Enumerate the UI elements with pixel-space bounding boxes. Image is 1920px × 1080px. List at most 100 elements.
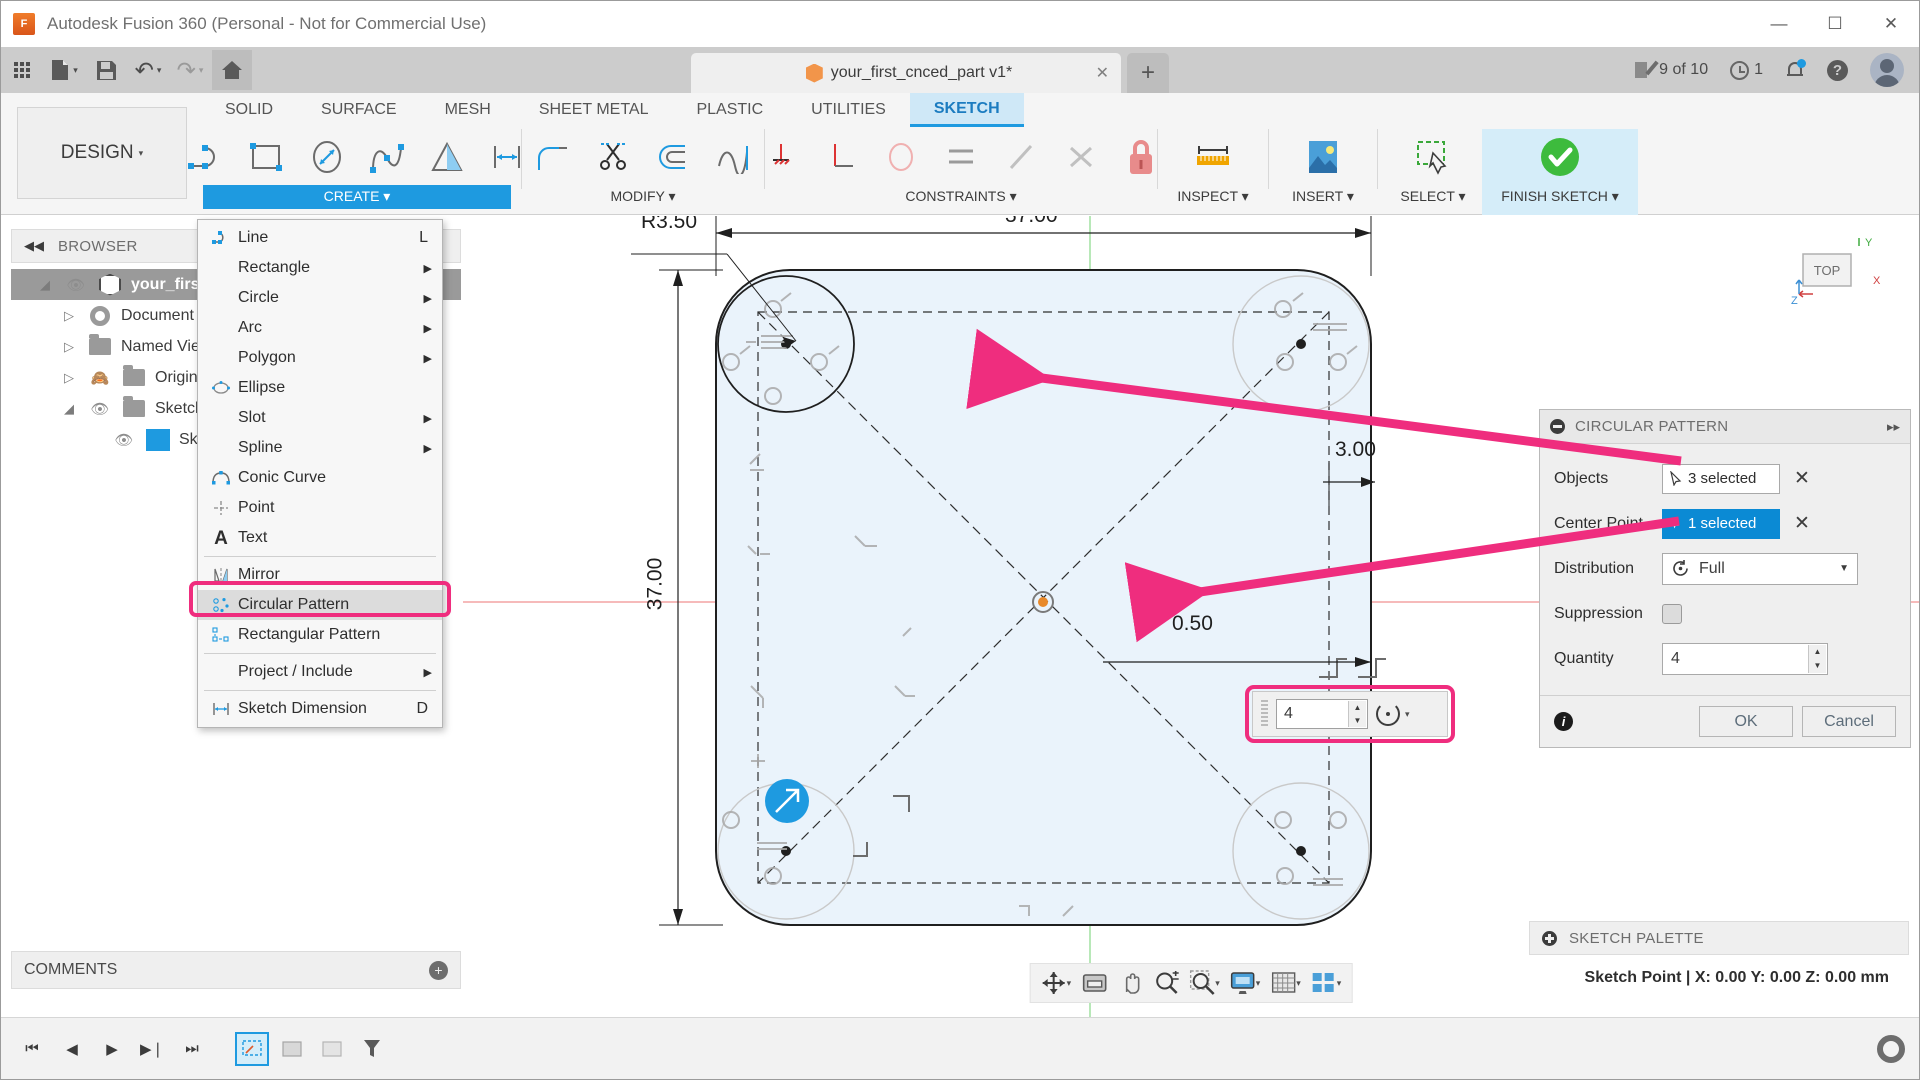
menu-item-slot[interactable]: Slot ▶ — [198, 403, 442, 433]
menu-item-point[interactable]: Point — [198, 493, 442, 523]
timeline-feature-sketch1[interactable] — [235, 1031, 269, 1066]
viewports-button[interactable]: ▾ — [1307, 966, 1346, 1000]
ribbon-tab-utilities[interactable]: UTILITIES — [787, 93, 910, 127]
display-settings-button[interactable]: ▾ — [1226, 966, 1265, 1000]
minimize-button[interactable]: — — [1751, 1, 1807, 47]
ribbon-tab-mesh[interactable]: MESH — [421, 93, 515, 127]
fillet-tool[interactable] — [525, 131, 581, 183]
select-tool[interactable] — [1405, 131, 1461, 183]
stepper-down-icon[interactable]: ▼ — [1348, 714, 1366, 727]
trim-tool[interactable] — [585, 131, 641, 183]
notifications-button[interactable] — [1776, 50, 1814, 90]
create-group-label[interactable]: CREATE ▾ — [203, 185, 511, 209]
ribbon-tab-sketch[interactable]: SKETCH — [909, 93, 1024, 127]
quantity-input[interactable]: 4 ▲ ▼ — [1662, 642, 1828, 675]
modify-group-label[interactable]: MODIFY ▾ — [532, 185, 754, 209]
circular-pattern-dialog[interactable]: CIRCULAR PATTERN ▸▸ Objects 3 selected ✕… — [1539, 409, 1911, 748]
menu-item-sketch-dimension[interactable]: Sketch Dimension D — [198, 694, 442, 724]
dialog-pin-icon[interactable]: ▸▸ — [1887, 419, 1900, 435]
workspace-selector[interactable]: DESIGN ▾ — [17, 107, 187, 199]
timeline-play-button[interactable]: ▶ — [95, 1032, 129, 1066]
distribution-dropdown[interactable]: Full ▼ — [1662, 552, 1858, 585]
add-tab-button[interactable]: + — [1127, 53, 1169, 93]
clear-objects-button[interactable]: ✕ — [1794, 467, 1810, 490]
expand-arrow-icon[interactable]: ▷ — [59, 308, 79, 324]
help-button[interactable]: ? — [1818, 50, 1857, 90]
quantity-stepper[interactable]: ▲ ▼ — [1808, 644, 1826, 673]
quantity-stepper[interactable]: ▲ ▼ — [1348, 701, 1366, 727]
dimension-right-gap[interactable]: 3.00 — [1335, 438, 1376, 462]
finish-sketch-button[interactable] — [1532, 131, 1588, 183]
select-group-label[interactable]: SELECT ▾ — [1388, 185, 1478, 209]
maximize-button[interactable]: ☐ — [1807, 1, 1863, 47]
zoom-button[interactable] — [1149, 966, 1183, 1000]
app-grid-button[interactable] — [2, 50, 42, 90]
timeline-feature-3[interactable] — [315, 1032, 349, 1066]
jobs-status-button[interactable]: 9 of 10 — [1625, 50, 1717, 90]
add-comment-button[interactable]: + — [429, 960, 448, 980]
menu-item-mirror[interactable]: Mirror — [198, 560, 442, 590]
inspect-group-label[interactable]: INSPECT ▾ — [1168, 185, 1258, 209]
stepper-down-icon[interactable]: ▼ — [1808, 658, 1826, 673]
stepper-up-icon[interactable]: ▲ — [1348, 701, 1366, 714]
create-dropdown-menu[interactable]: Line L Rectangle ▶ Circle ▶ Arc ▶ Polygo… — [197, 219, 443, 728]
new-file-button[interactable]: ▾ — [44, 50, 84, 90]
canvas-quantity-widget[interactable]: 4 ▲ ▼ ▾ — [1252, 691, 1448, 737]
ribbon-tab-plastic[interactable]: PLASTIC — [672, 93, 787, 127]
insert-image-tool[interactable] — [1295, 131, 1351, 183]
ribbon-tab-solid[interactable]: SOLID — [201, 93, 297, 127]
expand-arrow-icon[interactable]: ◢ — [35, 277, 55, 293]
canvas-quantity-input[interactable]: 4 ▲ ▼ — [1276, 699, 1368, 729]
menu-item-project-include[interactable]: Project / Include ▶ — [198, 657, 442, 687]
visibility-eye-off-icon[interactable]: 🙈 — [87, 369, 113, 387]
tangent-constraint[interactable] — [873, 131, 929, 183]
save-button[interactable] — [86, 50, 126, 90]
menu-item-arc[interactable]: Arc ▶ — [198, 313, 442, 343]
timeline-jump-start-button[interactable]: ⏮ — [15, 1032, 49, 1066]
cancel-button[interactable]: Cancel — [1802, 706, 1896, 737]
pan-button[interactable] — [1113, 966, 1147, 1000]
dimension-radius[interactable]: R3.50 — [641, 216, 697, 234]
undo-button[interactable]: ↶ ▾ — [128, 50, 168, 90]
comments-panel[interactable]: COMMENTS + — [11, 951, 461, 989]
look-at-button[interactable] — [1077, 966, 1111, 1000]
measure-tool[interactable] — [1185, 131, 1241, 183]
menu-item-ellipse[interactable]: Ellipse — [198, 373, 442, 403]
ribbon-tab-sheet-metal[interactable]: SHEET METAL — [515, 93, 673, 127]
expand-palette-icon[interactable] — [1542, 930, 1557, 946]
collapse-browser-icon[interactable]: ◀◀ — [24, 238, 44, 254]
view-cube[interactable]: TOP Y X Z — [1785, 234, 1881, 322]
finish-sketch-label[interactable]: FINISH SKETCH ▾ — [1496, 185, 1624, 209]
timeline-step-forward-button[interactable]: ▶❘ — [135, 1032, 169, 1066]
minus-circle-icon[interactable] — [1550, 419, 1565, 434]
menu-item-polygon[interactable]: Polygon ▶ — [198, 343, 442, 373]
expand-arrow-icon[interactable]: ◢ — [59, 401, 79, 417]
rotation-mode-button[interactable]: ▾ — [1376, 702, 1410, 726]
menu-item-circle[interactable]: Circle ▶ — [198, 283, 442, 313]
offset-tool[interactable] — [645, 131, 701, 183]
close-window-button[interactable]: ✕ — [1863, 1, 1919, 47]
circle-tool[interactable] — [299, 131, 355, 183]
dimension-small[interactable]: 0.50 — [1172, 612, 1213, 636]
equal-constraint[interactable] — [1053, 131, 1109, 183]
orbit-button[interactable]: ▾ — [1037, 966, 1076, 1000]
profile-button[interactable] — [1861, 50, 1913, 90]
menu-item-circular-pattern[interactable]: Circular Pattern . — [198, 590, 442, 620]
menu-item-text[interactable]: A Text — [198, 523, 442, 553]
redo-button[interactable]: ↷ ▾ — [170, 50, 210, 90]
ribbon-tab-surface[interactable]: SURFACE — [297, 93, 421, 127]
expand-arrow-icon[interactable]: ▷ — [59, 370, 79, 386]
visibility-eye-icon[interactable]: 👁 — [63, 276, 89, 294]
timeline-settings-button[interactable] — [1877, 1034, 1905, 1063]
menu-item-conic-curve[interactable]: Conic Curve — [198, 463, 442, 493]
objects-selection-field[interactable]: 3 selected — [1662, 463, 1780, 494]
constraints-group-label[interactable]: CONSTRAINTS ▾ — [775, 185, 1147, 209]
menu-item-line[interactable]: Line L — [198, 223, 442, 253]
timeline-step-back-button[interactable]: ◀ — [55, 1032, 89, 1066]
visibility-eye-icon[interactable]: 👁 — [111, 431, 137, 449]
polygon-tool[interactable] — [419, 131, 475, 183]
document-tab[interactable]: your_first_cnced_part v1* ✕ — [691, 53, 1121, 93]
sketch-palette-panel[interactable]: SKETCH PALETTE — [1529, 921, 1909, 955]
rectangle-tool[interactable] — [239, 131, 295, 183]
timeline-jump-end-button[interactable]: ⏭ — [175, 1032, 209, 1066]
